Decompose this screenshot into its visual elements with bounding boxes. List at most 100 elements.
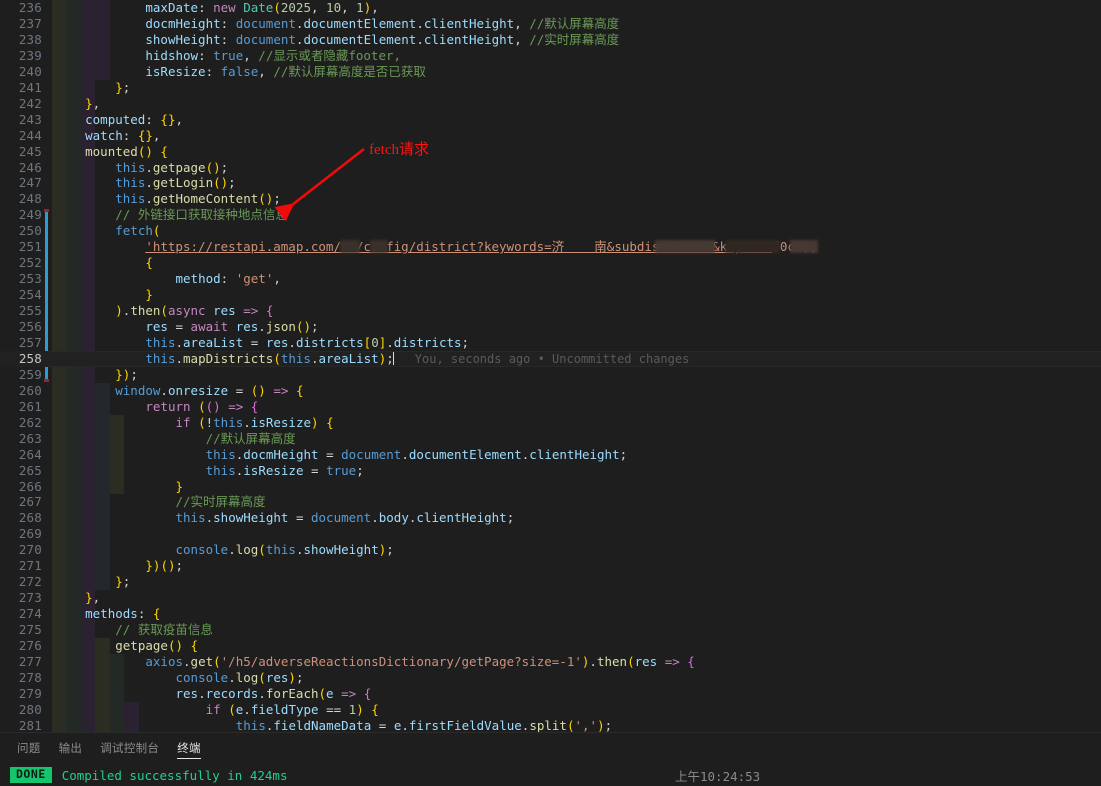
code-editor[interactable]: 236 maxDate: new Date(2025, 10, 1), 237 d… — [0, 0, 1101, 732]
code-text: //默认屏幕高度 — [205, 430, 296, 446]
line-number: 268 — [18, 510, 42, 526]
code-line[interactable]: 244 watch: {}, — [0, 128, 1101, 144]
code-line[interactable]: 251 'https://restapi.amap.com/v3/config/… — [0, 239, 1101, 255]
code-line[interactable]: 267 //实时屏幕高度 — [0, 494, 1101, 510]
status-badge: DONE — [10, 767, 52, 783]
line-number: 240 — [18, 63, 42, 79]
panel-tab-2[interactable]: 调试控制台 — [91, 733, 168, 763]
code-line[interactable]: 264 this.docmHeight = document.documentE… — [0, 447, 1101, 463]
code-text: }, — [85, 95, 101, 111]
code-line[interactable]: 262 if (!this.isResize) { — [0, 415, 1101, 431]
code-text: computed: {}, — [85, 111, 183, 127]
code-text: this.mapDistricts(this.areaList); You, se… — [145, 350, 690, 366]
code-line[interactable]: 272 }; — [0, 574, 1101, 590]
code-text: } — [175, 478, 184, 494]
terminal-timestamp: 上午10:24:53 — [675, 768, 761, 784]
code-line[interactable]: 240 isResize: false, //默认屏幕高度是否已获取 — [0, 64, 1101, 80]
code-text: // 获取疫苗信息 — [115, 622, 213, 638]
line-number: 237 — [18, 15, 42, 31]
code-text: getpage() { — [115, 638, 199, 653]
code-line[interactable]: 281 this.fieldNameData = e.firstFieldVal… — [0, 718, 1101, 732]
line-number: 257 — [18, 334, 42, 350]
code-text: ).then(async res => { — [115, 303, 274, 319]
code-text: { — [145, 255, 153, 271]
line-number: 255 — [18, 303, 42, 319]
line-number: 264 — [18, 446, 42, 462]
line-number: 258 — [18, 350, 42, 366]
code-text: })(); — [145, 558, 184, 574]
code-line[interactable]: 248 this.getHomeContent(); — [0, 191, 1101, 207]
line-number: 238 — [18, 31, 42, 47]
code-line[interactable]: 242 }, — [0, 96, 1101, 112]
line-number: 236 — [18, 0, 42, 15]
panel-tab-3[interactable]: 终端 — [168, 733, 210, 763]
code-line[interactable]: 250 fetch( — [0, 223, 1101, 239]
code-line[interactable]: 280 if (e.fieldType == 1) { — [0, 702, 1101, 718]
panel-tab-bar[interactable]: 问题 输出 调试控制台 终端 — [0, 733, 1101, 763]
code-text: if (e.fieldType == 1) { — [205, 701, 379, 717]
code-line[interactable]: 277 axios.get('/h5/adverseReactionsDicti… — [0, 654, 1101, 670]
code-line[interactable]: 261 return (() => { — [0, 399, 1101, 415]
code-line[interactable]: 238 showHeight: document.documentElement… — [0, 32, 1101, 48]
redacted-region — [370, 240, 388, 254]
line-number: 260 — [18, 382, 42, 398]
line-number: 278 — [18, 669, 42, 685]
code-line[interactable]: 245 mounted() { — [0, 144, 1101, 160]
line-number: 281 — [18, 717, 42, 732]
code-text: }; — [115, 79, 131, 95]
line-number: 246 — [18, 159, 42, 175]
code-line[interactable]: 273 }, — [0, 590, 1101, 606]
code-line[interactable]: 237 docmHeight: document.documentElement… — [0, 16, 1101, 32]
line-number: 251 — [18, 239, 42, 255]
code-line[interactable]: 253 method: 'get', — [0, 271, 1101, 287]
terminal-output[interactable]: DONE Compiled successfully in 424ms 上午10… — [0, 763, 1101, 786]
code-line[interactable]: 279 res.records.forEach(e => { — [0, 686, 1101, 702]
line-number: 245 — [18, 143, 42, 159]
line-number: 277 — [18, 653, 42, 669]
code-text: }, — [85, 590, 101, 606]
line-number: 253 — [18, 271, 42, 287]
code-line[interactable]: 254 } — [0, 287, 1101, 303]
code-line[interactable]: 263 //默认屏幕高度 — [0, 431, 1101, 447]
code-line[interactable]: 247 this.getLogin(); — [0, 175, 1101, 191]
code-line[interactable]: 239 hidshow: true, //显示或者隐藏footer, — [0, 48, 1101, 64]
code-line[interactable]: 260 window.onresize = () => { — [0, 383, 1101, 399]
code-line[interactable]: 274 methods: { — [0, 606, 1101, 622]
code-line[interactable]: 258 this.mapDistricts(this.areaList); You… — [0, 350, 1101, 367]
code-line[interactable]: 268 this.showHeight = document.body.clie… — [0, 510, 1101, 526]
code-line[interactable]: 255 ).then(async res => { — [0, 303, 1101, 319]
code-text: this.getpage(); — [115, 159, 229, 175]
code-text: watch: {}, — [85, 127, 161, 143]
code-line[interactable]: 266 } — [0, 479, 1101, 495]
code-line[interactable]: 271 })(); — [0, 558, 1101, 574]
code-line[interactable]: 241 }; — [0, 80, 1101, 96]
code-line[interactable]: 275 // 获取疫苗信息 — [0, 622, 1101, 638]
code-text: method: 'get', — [175, 271, 281, 287]
code-line[interactable]: 270 console.log(this.showHeight); — [0, 542, 1101, 558]
line-number: 250 — [18, 223, 42, 239]
code-line[interactable]: 246 this.getpage(); — [0, 160, 1101, 176]
code-line[interactable]: 265 this.isResize = true; — [0, 463, 1101, 479]
code-line[interactable]: 256 res = await res.json(); — [0, 319, 1101, 335]
line-number: 262 — [18, 414, 42, 430]
code-line[interactable]: 243 computed: {}, — [0, 112, 1101, 128]
code-line[interactable]: 249 // 外链接口获取接种地点信息 — [0, 207, 1101, 223]
line-number: 271 — [18, 558, 42, 574]
code-line[interactable]: 257 this.areaList = res.districts[0].dis… — [0, 335, 1101, 351]
panel-tab-1[interactable]: 输出 — [50, 733, 92, 763]
code-text: console.log(res); — [175, 669, 304, 685]
panel-tab-0[interactable]: 问题 — [8, 733, 50, 763]
code-line[interactable]: 269 — [0, 526, 1101, 542]
code-line[interactable]: 259 }); — [0, 367, 1101, 383]
code-line[interactable]: 236 maxDate: new Date(2025, 10, 1), — [0, 0, 1101, 16]
line-number: 266 — [18, 478, 42, 494]
line-number: 248 — [18, 191, 42, 207]
line-number: 241 — [18, 79, 42, 95]
code-line[interactable]: 278 console.log(res); — [0, 670, 1101, 686]
bottom-panel: 问题 输出 调试控制台 终端 DONE Compiled successfully i… — [0, 732, 1101, 786]
code-text: methods: { — [85, 606, 161, 622]
line-number: 265 — [18, 462, 42, 478]
code-line[interactable]: 252 { — [0, 255, 1101, 271]
code-line[interactable]: 276 getpage() { — [0, 638, 1101, 654]
code-text: //实时屏幕高度 — [175, 494, 266, 510]
